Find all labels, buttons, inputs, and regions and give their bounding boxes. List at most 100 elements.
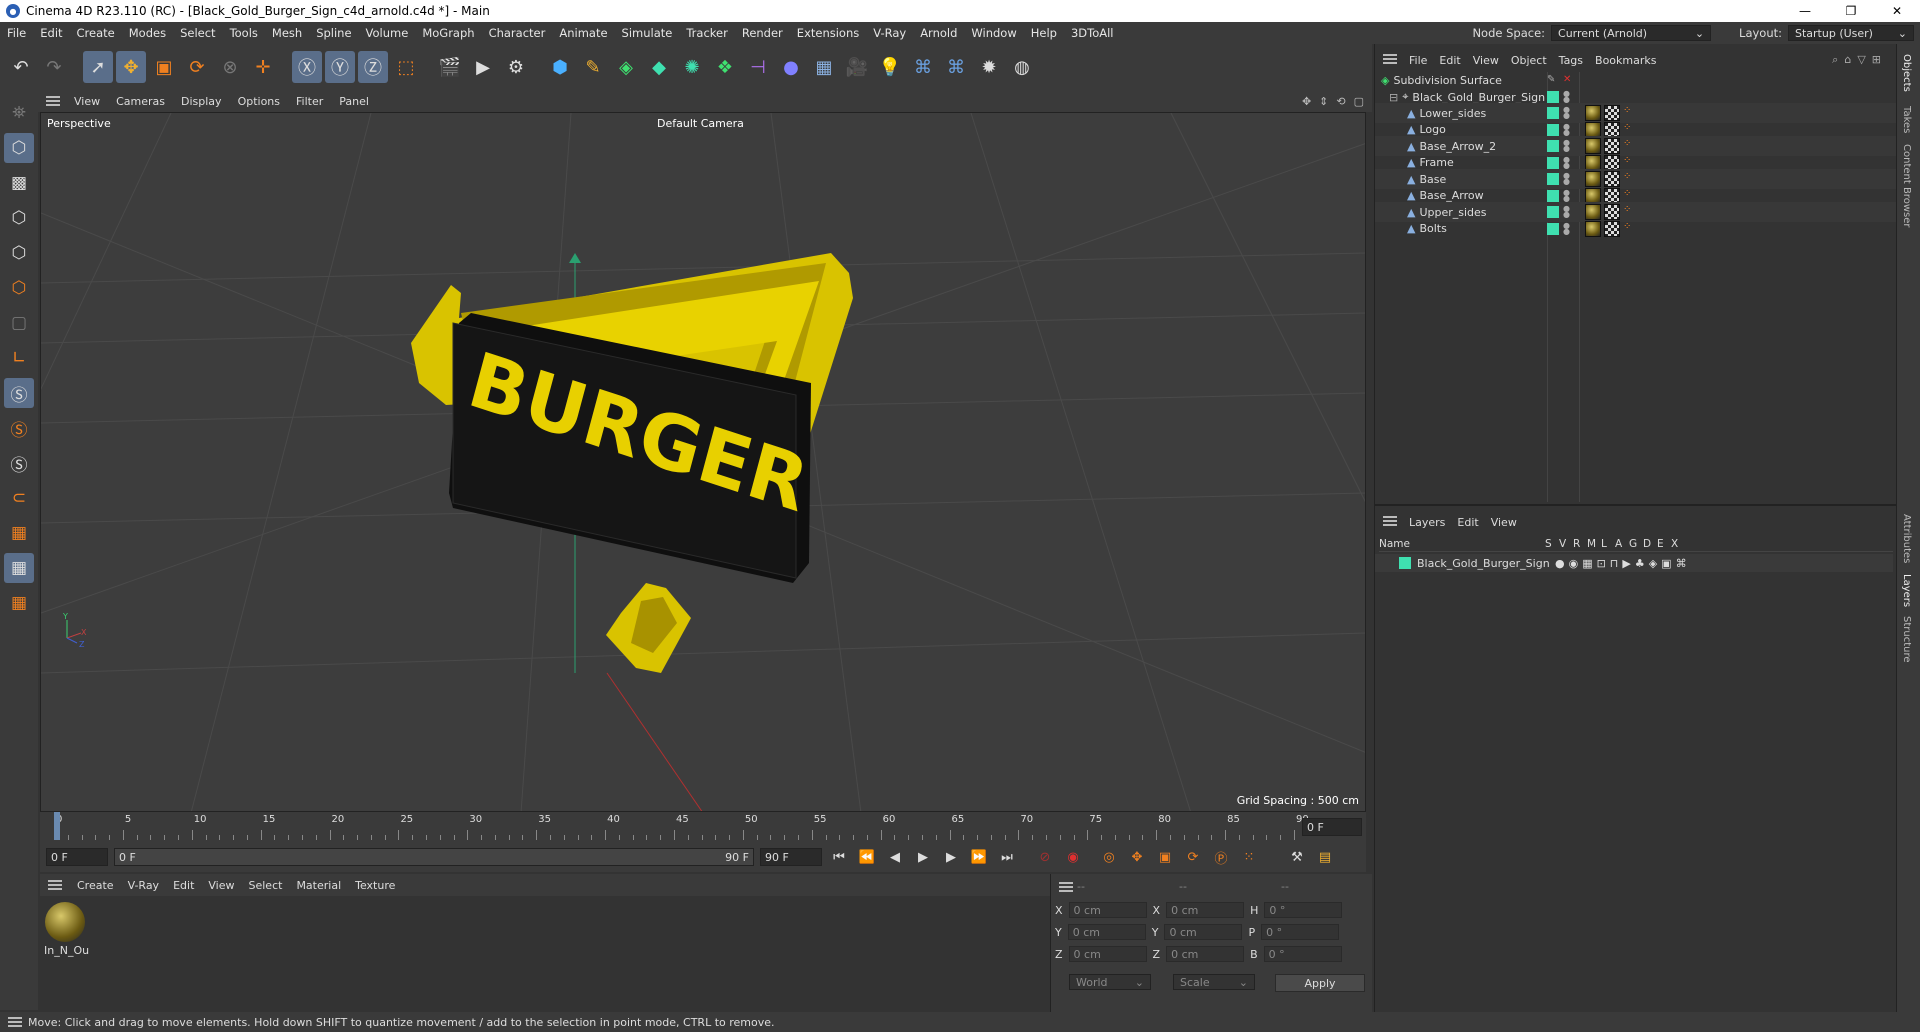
- z-axis-lock-button[interactable]: Ⓩ: [358, 51, 388, 83]
- end-frame-field[interactable]: 90 F: [760, 848, 822, 866]
- field-button[interactable]: ●: [776, 51, 806, 83]
- layer-color-chip[interactable]: [1547, 123, 1559, 136]
- menu-window[interactable]: Window: [964, 26, 1023, 40]
- object-menu-edit[interactable]: Edit: [1433, 54, 1466, 67]
- film-icon[interactable]: ▤: [1314, 846, 1336, 868]
- position-y-field[interactable]: 0 cm: [1067, 924, 1146, 940]
- make-editable-icon[interactable]: ⛯: [4, 98, 34, 128]
- camera-button[interactable]: 🎥: [842, 51, 872, 83]
- layer-color-chip[interactable]: [1399, 557, 1411, 569]
- object-menu-bookmarks[interactable]: Bookmarks: [1589, 54, 1662, 67]
- layer-row[interactable]: Black_Gold_Burger_Sign ●◉▦⊡⊓▶♣◈▣⌘: [1375, 554, 1893, 572]
- collapse-icon[interactable]: ⊟: [1389, 91, 1398, 104]
- layer-color-chip[interactable]: [1547, 189, 1559, 202]
- light-button[interactable]: 💡: [875, 51, 905, 83]
- edge-mode-icon[interactable]: ⬡: [4, 238, 34, 268]
- size-z-field[interactable]: 0 cm: [1166, 946, 1245, 962]
- scale-tool-button[interactable]: ▣: [149, 51, 179, 83]
- python-script-button[interactable]: ⌘: [908, 51, 938, 83]
- subdivision-generator-button[interactable]: ◈: [611, 51, 641, 83]
- x-axis-lock-button[interactable]: Ⓧ: [292, 51, 322, 83]
- material-menu-view[interactable]: View: [201, 879, 241, 892]
- layer-menu-icon[interactable]: [1383, 516, 1397, 526]
- position-x-field[interactable]: 0 cm: [1068, 902, 1147, 918]
- menu-3dtoall[interactable]: 3DToAll: [1064, 26, 1121, 40]
- layer-color-chip[interactable]: [1547, 91, 1559, 103]
- tab-objects[interactable]: Objects: [1901, 54, 1912, 92]
- tab-content-browser[interactable]: Content Browser: [1901, 144, 1912, 227]
- key-rotation-icon[interactable]: ⟳: [1182, 846, 1204, 868]
- apply-button[interactable]: Apply: [1275, 974, 1365, 992]
- quantize-icon[interactable]: Ⓢ: [4, 448, 34, 478]
- tab-structure[interactable]: Structure: [1901, 616, 1912, 663]
- render-settings-button[interactable]: ⚙: [501, 51, 531, 83]
- layer-color-chip[interactable]: [1547, 107, 1559, 119]
- move-tool-button[interactable]: ✥: [116, 51, 146, 83]
- toggle-views-icon[interactable]: ▢: [1354, 95, 1364, 108]
- viewport-menu-view[interactable]: View: [66, 95, 108, 108]
- uvw-tag-icon[interactable]: [1604, 220, 1620, 237]
- layer-menu-layers[interactable]: Layers: [1403, 516, 1451, 529]
- recent-tools-button[interactable]: ⊗: [215, 51, 245, 83]
- locked-workplane-icon[interactable]: ▦: [4, 588, 34, 618]
- frame-ruler[interactable]: 051015202530354045505560657075808590: [54, 812, 1314, 842]
- menu-character[interactable]: Character: [482, 26, 553, 40]
- transform-tool-button[interactable]: ✛: [248, 51, 278, 83]
- object-menu-tags[interactable]: Tags: [1553, 54, 1589, 67]
- render-picture-viewer-button[interactable]: ▶: [468, 51, 498, 83]
- redo-button[interactable]: ↷: [39, 51, 69, 83]
- extrude-generator-button[interactable]: ◆: [644, 51, 674, 83]
- rotate-tool-button[interactable]: ⟳: [182, 51, 212, 83]
- coordinate-system-button[interactable]: ⬚: [391, 51, 421, 83]
- menu-volume[interactable]: Volume: [359, 26, 416, 40]
- go-to-start-icon[interactable]: ⏮: [828, 846, 850, 868]
- layer-menu-view[interactable]: View: [1485, 516, 1523, 529]
- go-to-end-icon[interactable]: ⏭: [996, 846, 1018, 868]
- zoom-view-icon[interactable]: ⇕: [1319, 95, 1328, 108]
- key-position-icon[interactable]: ✥: [1126, 846, 1148, 868]
- material-menu-edit[interactable]: Edit: [166, 879, 201, 892]
- cloner-button[interactable]: ✺: [677, 51, 707, 83]
- position-z-field[interactable]: 0 cm: [1068, 946, 1147, 962]
- visibility-dots[interactable]: ● ●: [1563, 172, 1570, 186]
- undo-button[interactable]: ↶: [6, 51, 36, 83]
- range-slider[interactable]: 0 F 90 F: [114, 848, 754, 866]
- size-y-field[interactable]: 0 cm: [1164, 924, 1243, 940]
- viewport-menu-options[interactable]: Options: [230, 95, 288, 108]
- menu-spline[interactable]: Spline: [309, 26, 358, 40]
- python-generator-button[interactable]: ⌘: [941, 51, 971, 83]
- mograph-button[interactable]: ❖: [710, 51, 740, 83]
- menu-tracker[interactable]: Tracker: [679, 26, 735, 40]
- material-swatch[interactable]: In_N_Ou: [44, 902, 89, 957]
- visibility-dots[interactable]: ● ●: [1563, 139, 1570, 153]
- layer-toggle-icons[interactable]: ●◉▦⊡⊓▶♣◈▣⌘: [1555, 557, 1691, 570]
- keyframe-selection-icon[interactable]: ◎: [1098, 846, 1120, 868]
- magnet-icon[interactable]: ⊂: [4, 483, 34, 513]
- viewport-menu-display[interactable]: Display: [173, 95, 230, 108]
- deformer-button[interactable]: ⊣: [743, 51, 773, 83]
- material-menu-texture[interactable]: Texture: [348, 879, 402, 892]
- menu-arnold[interactable]: Arnold: [913, 26, 964, 40]
- cube-primitive-button[interactable]: ⬢: [545, 51, 575, 83]
- scale-select[interactable]: Scale ⌄: [1173, 974, 1255, 990]
- object-menu-file[interactable]: File: [1403, 54, 1433, 67]
- layer-color-chip[interactable]: [1547, 156, 1559, 169]
- material-menu-material[interactable]: Material: [289, 879, 348, 892]
- node-space-select[interactable]: Current (Arnold) ⌄: [1551, 25, 1712, 41]
- visibility-dots[interactable]: ● ●: [1563, 122, 1570, 136]
- visibility-dots[interactable]: ● ●: [1563, 90, 1570, 104]
- layout-select[interactable]: Startup (User) ⌄: [1788, 25, 1914, 41]
- tab-layers[interactable]: Layers: [1901, 574, 1912, 607]
- layer-color-chip[interactable]: [1547, 222, 1559, 235]
- menu-mograph[interactable]: MoGraph: [415, 26, 481, 40]
- point-mode-icon[interactable]: ⬡: [4, 203, 34, 233]
- y-axis-lock-button[interactable]: Ⓨ: [325, 51, 355, 83]
- timeline-ruler[interactable]: 051015202530354045505560657075808590 0 F: [40, 812, 1366, 842]
- viewport-menu-cameras[interactable]: Cameras: [108, 95, 173, 108]
- pen-spline-button[interactable]: ✎: [578, 51, 608, 83]
- layer-color-chip[interactable]: [1547, 140, 1559, 152]
- visibility-dots[interactable]: ● ●: [1563, 221, 1570, 235]
- menu-modes[interactable]: Modes: [122, 26, 173, 40]
- playhead[interactable]: [54, 812, 60, 840]
- grid-workplane-icon[interactable]: ▦: [4, 553, 34, 583]
